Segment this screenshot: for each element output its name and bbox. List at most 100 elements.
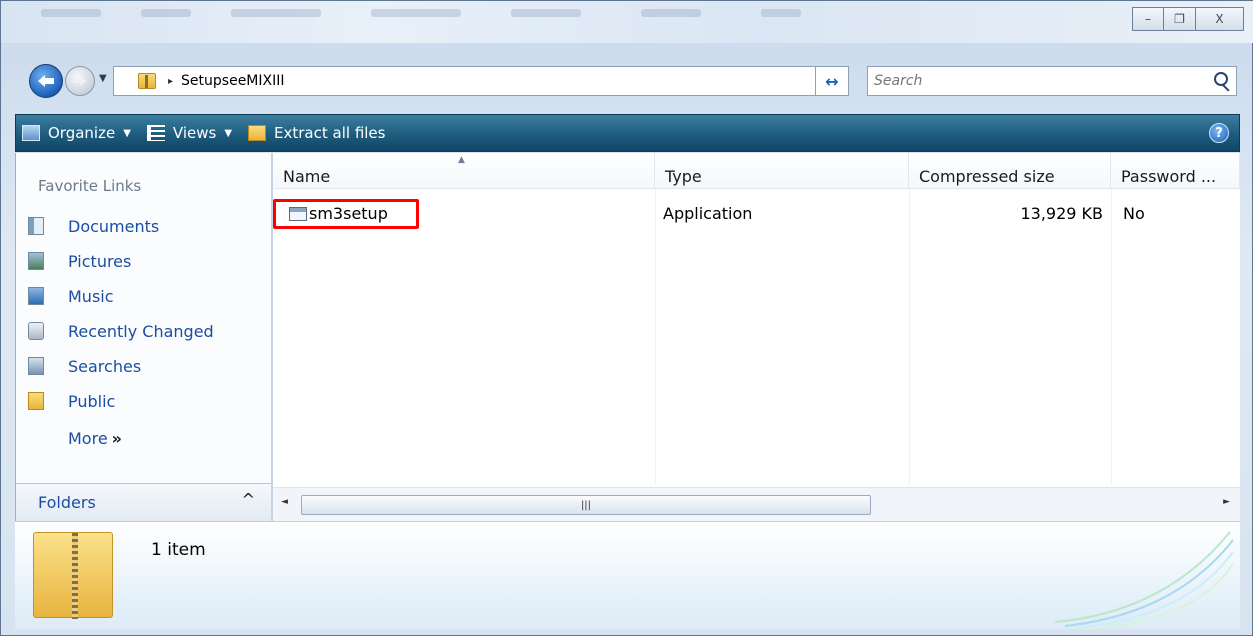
scrollbar-thumb[interactable]: ||| (301, 495, 871, 515)
organize-icon (22, 125, 40, 141)
maximize-button[interactable]: ❐ (1164, 7, 1196, 31)
file-name[interactable]: sm3setup (309, 204, 388, 223)
sidebar-item-recently-changed[interactable]: Recently Changed (28, 316, 214, 346)
sidebar-item-label: Public (68, 391, 116, 411)
sidebar-item-label: Recently Changed (68, 321, 214, 341)
explorer-window: – ❐ X ▼ ▸ SetupseeMIXIII ▼ (0, 0, 1253, 636)
forward-arrow-icon (73, 76, 86, 86)
search-icon[interactable] (1214, 72, 1228, 86)
extract-label: Extract all files (274, 124, 386, 142)
blurred-text (511, 9, 581, 17)
sidebar-item-label: Music (68, 286, 114, 306)
organize-menu[interactable]: Organize ▼ (16, 115, 141, 151)
sidebar-item-music[interactable]: Music (28, 281, 114, 311)
application-icon (289, 207, 307, 221)
file-type: Application (663, 204, 753, 223)
sort-ascending-icon: ▲ (458, 155, 465, 165)
minimize-button[interactable]: – (1132, 7, 1164, 31)
views-menu[interactable]: Views ▼ (141, 115, 242, 151)
double-chevron-right-icon: » (111, 429, 123, 448)
public-folder-icon (28, 392, 44, 410)
background-title-area (1, 1, 1253, 43)
close-icon: X (1215, 12, 1224, 26)
grip-icon: ||| (580, 499, 592, 511)
more-label: More (68, 429, 108, 448)
details-pane: 1 item (15, 521, 1240, 630)
sidebar-item-pictures[interactable]: Pictures (28, 246, 131, 276)
organize-label: Organize (48, 124, 116, 142)
column-divider (1111, 189, 1112, 485)
search-input[interactable] (874, 73, 1194, 89)
file-list: ▲ Name Type Compressed size Password ...… (273, 153, 1240, 521)
file-password: No (1123, 204, 1145, 223)
refresh-icon: ↔ (825, 71, 839, 91)
minimize-icon: – (1145, 12, 1151, 26)
column-divider (909, 189, 910, 485)
folders-label: Folders (38, 493, 96, 512)
caption-buttons: – ❐ X (1132, 7, 1244, 31)
recent-pages-dropdown[interactable]: ▼ (99, 73, 107, 84)
sidebar-item-label: Pictures (68, 251, 132, 271)
scroll-right-icon[interactable]: ► (1223, 497, 1230, 507)
more-links-button[interactable]: More» (68, 429, 122, 448)
sidebar-item-searches[interactable]: Searches (28, 351, 141, 381)
breadcrumb[interactable]: SetupseeMIXIII (181, 73, 284, 89)
file-compressed-size: 13,929 KB (1020, 204, 1103, 223)
extract-icon (248, 125, 267, 141)
horizontal-scrollbar[interactable]: ◄ ||| ► (273, 487, 1240, 521)
column-header-label: Compressed size (919, 167, 1055, 186)
documents-icon (28, 217, 44, 235)
pictures-icon (28, 252, 44, 270)
sidebar-item-label: Documents (68, 216, 160, 236)
recently-changed-icon (28, 322, 44, 340)
music-icon (28, 287, 44, 305)
sidebar-item-documents[interactable]: Documents (28, 211, 159, 241)
column-header-label: Name (283, 167, 331, 186)
views-icon (146, 125, 165, 141)
refresh-button[interactable]: ↔ (815, 66, 849, 96)
zip-folder-large-icon (33, 532, 113, 619)
blurred-text (141, 9, 191, 17)
blurred-text (231, 9, 321, 17)
navigation-pane: Favorite Links Documents Pictures Music … (15, 153, 271, 521)
searches-icon (28, 357, 44, 375)
column-header-compressed-size[interactable]: Compressed size (909, 153, 1111, 189)
forward-button[interactable] (65, 66, 95, 96)
help-button[interactable]: ? (1209, 123, 1229, 143)
command-toolbar: Organize ▼ Views ▼ Extract all files ? (15, 114, 1240, 152)
back-button[interactable] (29, 64, 63, 98)
help-icon: ? (1215, 125, 1223, 141)
column-header-type[interactable]: Type (655, 153, 909, 189)
sidebar-item-label: Searches (68, 356, 142, 376)
zip-folder-icon (138, 73, 156, 89)
item-count: 1 item (151, 540, 206, 560)
blurred-text (41, 9, 101, 17)
column-header-password[interactable]: Password ... (1111, 153, 1240, 189)
breadcrumb-separator-icon: ▸ (168, 75, 174, 87)
chevron-up-icon: ^ (241, 490, 255, 509)
blurred-text (641, 9, 701, 17)
table-row[interactable]: sm3setup Application 13,929 KB No (273, 199, 1240, 229)
search-box[interactable] (867, 66, 1237, 96)
column-divider (655, 189, 656, 485)
address-row: ▼ ▸ SetupseeMIXIII ▼ ↔ (1, 61, 1253, 101)
chevron-down-icon: ▼ (224, 127, 233, 139)
restore-icon: ❐ (1174, 12, 1185, 26)
views-label: Views (172, 124, 217, 142)
back-arrow-icon (38, 75, 54, 87)
chevron-down-icon: ▼ (123, 127, 131, 139)
close-button[interactable]: X (1196, 7, 1244, 31)
blurred-text (371, 9, 461, 17)
favorite-links-heading: Favorite Links (38, 177, 142, 195)
column-header-label: Password ... (1121, 167, 1217, 186)
scroll-left-icon[interactable]: ◄ (281, 497, 288, 507)
column-header-label: Type (665, 167, 702, 186)
blurred-text (761, 9, 801, 17)
folders-toggle[interactable]: Folders ^ (15, 483, 271, 521)
sidebar-item-public[interactable]: Public (28, 386, 115, 416)
extract-all-button[interactable]: Extract all files (242, 115, 395, 151)
chevron-down-icon: ▼ (99, 73, 107, 84)
column-header-name[interactable]: ▲ Name (273, 153, 655, 189)
decorative-swoosh (1054, 531, 1234, 630)
address-bar[interactable]: ▸ SetupseeMIXIII ▼ (113, 66, 849, 96)
